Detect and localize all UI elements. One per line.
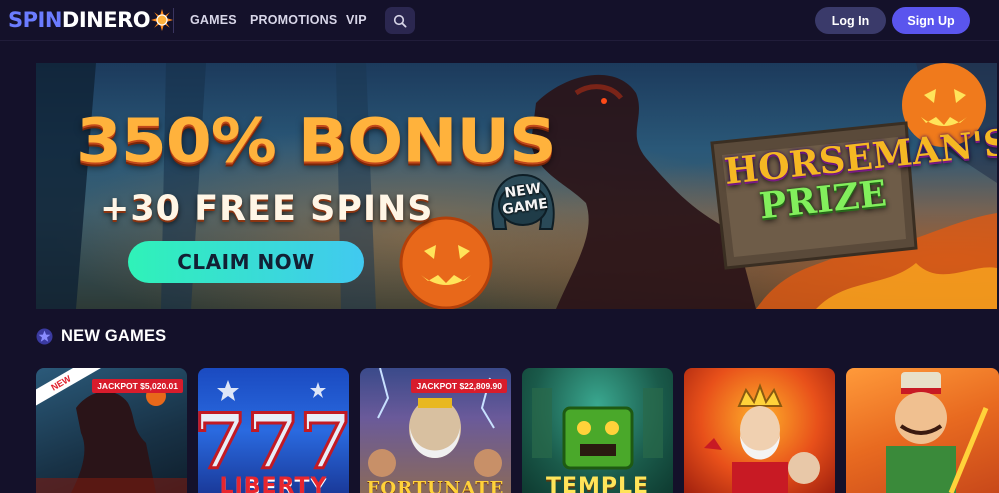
site-header: SPIN DINERO GAMES PROMOTIONS VIP Log In S… (0, 0, 999, 41)
bonus-headline: 350% BONUS (76, 105, 557, 177)
signup-button[interactable]: Sign Up (892, 7, 970, 34)
new-games-section-header: NEW GAMES (36, 324, 166, 348)
free-spins-subline: +30 FREE SPINS (100, 189, 434, 229)
jackpot-badge: JACKPOT $5,020.01 (92, 379, 183, 393)
game-tile[interactable] (684, 368, 835, 493)
game-tile-title: LIBERTY (219, 474, 328, 493)
nav-games-link[interactable]: GAMES (190, 0, 237, 40)
game-tile-title: FORTUNATE (366, 478, 505, 493)
star-badge-icon (36, 328, 53, 344)
search-icon (393, 14, 407, 28)
claim-now-button[interactable]: CLAIM NOW (128, 241, 364, 283)
header-divider (173, 8, 174, 33)
login-button[interactable]: Log In (815, 7, 886, 34)
game-tile[interactable]: NEW JACKPOT $5,020.01 (36, 368, 187, 493)
game-tile[interactable]: TEMPLE (522, 368, 673, 493)
nav-promotions-link[interactable]: PROMOTIONS (250, 0, 337, 40)
game-tile-title: TEMPLE (545, 474, 650, 493)
game-tile[interactable]: 777 LIBERTY (198, 368, 349, 493)
search-button[interactable] (385, 7, 415, 34)
game-tile-art (886, 372, 989, 493)
section-title: NEW GAMES (61, 326, 167, 345)
game-tile[interactable]: JACKPOT $22,809.90 FORTUNATE (360, 368, 511, 493)
game-tile[interactable] (846, 368, 999, 493)
svg-text:777: 777 (198, 397, 349, 486)
spindinero-logo[interactable]: SPIN DINERO (8, 7, 174, 33)
game-tile-art (704, 383, 820, 493)
logo-text-spin: SPIN (8, 8, 62, 32)
jackpot-badge: JACKPOT $22,809.90 (411, 379, 507, 393)
promo-banner[interactable]: 350% BONUS +30 FREE SPINS CLAIM NOW NEW … (36, 63, 997, 309)
nav-vip-link[interactable]: VIP (346, 0, 367, 40)
sun-logo-icon (151, 9, 174, 31)
logo-text-dinero: DINERO (61, 8, 151, 32)
